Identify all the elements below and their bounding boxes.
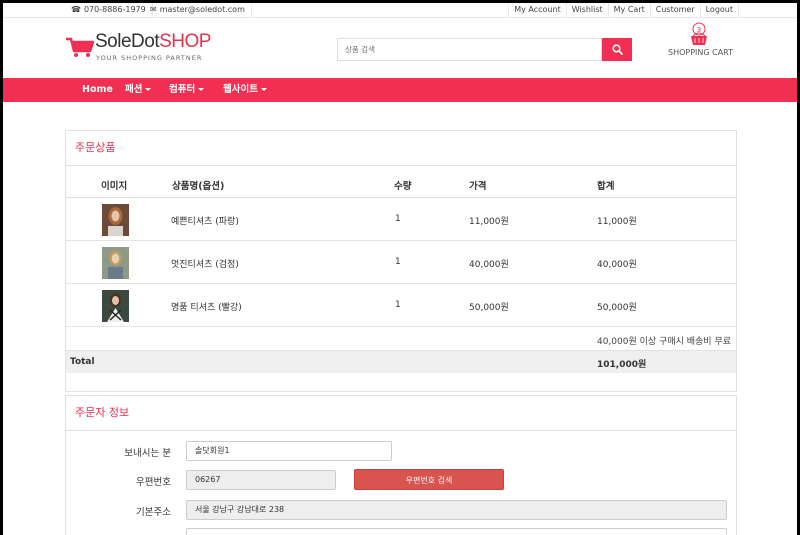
product-name: 멋진티셔츠 (검정): [171, 260, 239, 270]
link-customer[interactable]: Customer: [649, 3, 700, 18]
search-box: [337, 38, 602, 61]
col-image: 이미지: [101, 181, 128, 192]
nav-label: 웹사이트: [223, 84, 258, 95]
table-row: 예쁜티셔츠 (파랑) 1 11,000원 11,000원: [66, 199, 736, 241]
product-price: 11,000원: [469, 217, 509, 227]
product-price: 50,000원: [469, 303, 509, 313]
total-label: Total: [70, 357, 95, 367]
product-qty: 1: [395, 300, 401, 310]
product-thumbnail[interactable]: [102, 290, 129, 322]
orderer-info-title: 주문자 정보: [66, 396, 736, 431]
cart-count-badge: 3: [697, 26, 701, 34]
caret-down-icon: [198, 88, 205, 91]
product-thumbnail[interactable]: [102, 247, 129, 279]
zip-label: 우편번호: [136, 477, 171, 488]
address-label: 기본주소: [136, 507, 171, 518]
shopping-cart-logo-icon[interactable]: [66, 37, 94, 57]
product-qty: 1: [395, 214, 401, 224]
link-my-account[interactable]: My Account: [508, 3, 565, 18]
nav-item-fashion[interactable]: 패션: [125, 78, 152, 102]
phone-icon: ☎: [71, 5, 81, 14]
order-table-header: 이미지 상품명(옵션) 수량 가격 합계: [66, 166, 736, 198]
product-name: 예쁜티셔츠 (파랑): [171, 217, 239, 227]
site-logo[interactable]: SoleDotSHOP: [95, 31, 211, 53]
shipping-note: 40,000원 이상 구매시 배송비 무료: [596, 337, 731, 347]
page: ☎ 070-8886-1979 ✉ master@soledot.com My Ac…: [3, 3, 797, 535]
envelope-icon: ✉: [150, 5, 157, 14]
caret-down-icon: [260, 88, 267, 91]
col-quantity: 수량: [394, 181, 412, 192]
orderer-info-panel: 주문자 정보 보내시는 분 솔닷회원1 우편번호 06267 우편번호 검색 기…: [65, 395, 737, 535]
zip-code-field[interactable]: 06267: [186, 470, 336, 490]
product-qty: 1: [395, 257, 401, 267]
col-price: 가격: [469, 181, 487, 192]
link-logout[interactable]: Logout: [699, 3, 739, 18]
product-total: 40,000원: [597, 260, 637, 270]
search-button[interactable]: [602, 38, 632, 61]
product-total: 50,000원: [597, 303, 637, 313]
phone-contact: ☎ 070-8886-1979: [65, 3, 153, 18]
main-nav: Home 패션 컴퓨터 웹사이트: [3, 78, 797, 102]
product-price: 40,000원: [469, 260, 509, 270]
sender-name-field[interactable]: 솔닷회원1: [186, 441, 392, 461]
nav-item-website[interactable]: 웹사이트: [223, 78, 267, 102]
link-wishlist[interactable]: Wishlist: [565, 3, 608, 18]
total-row: Total 101,000원: [66, 350, 736, 373]
nav-label: 컴퓨터: [169, 84, 196, 95]
table-row: 멋진티셔츠 (검정) 1 40,000원 40,000원: [66, 242, 736, 284]
order-items-panel: 주문상품 이미지 상품명(옵션) 수량 가격 합계 예쁜티셔츠 (파랑) 1 1…: [65, 130, 737, 392]
sender-label: 보내시는 분: [124, 448, 171, 459]
nav-item-home[interactable]: Home: [82, 78, 113, 102]
logo-main-text: SoleDot: [95, 31, 160, 52]
product-total: 11,000원: [597, 217, 637, 227]
email-address[interactable]: master@soledot.com: [160, 5, 245, 14]
nav-item-computer[interactable]: 컴퓨터: [169, 78, 205, 102]
email-contact[interactable]: ✉ master@soledot.com: [144, 3, 252, 18]
logo-tagline: YOUR SHOPPING PARTNER: [96, 54, 203, 62]
nav-label: Home: [82, 84, 113, 95]
logo-accent-text: SHOP: [159, 31, 211, 52]
order-items-title: 주문상품: [66, 131, 736, 166]
col-product-name: 상품명(옵션): [172, 181, 225, 192]
product-thumbnail[interactable]: [102, 204, 129, 236]
cart-basket-icon[interactable]: 3: [689, 22, 709, 46]
table-row: 명품 티셔츠 (빨강) 1 50,000원 50,000원: [66, 285, 736, 327]
address-field[interactable]: 서울 강남구 강남대로 238: [186, 500, 727, 520]
link-my-cart[interactable]: My Cart: [607, 3, 650, 18]
caret-down-icon: [145, 88, 152, 91]
phone-number: 070-8886-1979: [83, 5, 146, 14]
account-links: My Account Wishlist My Cart Customer Log…: [508, 3, 739, 18]
nav-label: 패션: [125, 84, 143, 95]
product-name: 명품 티셔츠 (빨강): [171, 303, 242, 313]
top-bar: ☎ 070-8886-1979 ✉ master@soledot.com My Ac…: [3, 3, 797, 18]
total-value: 101,000원: [597, 360, 647, 370]
col-total: 합계: [597, 181, 615, 192]
search-input[interactable]: [338, 39, 601, 60]
cart-label[interactable]: SHOPPING CART: [668, 48, 733, 57]
detail-address-field[interactable]: [186, 528, 727, 535]
search-icon: [611, 44, 623, 55]
zip-search-button[interactable]: 우편번호 검색: [354, 469, 504, 490]
